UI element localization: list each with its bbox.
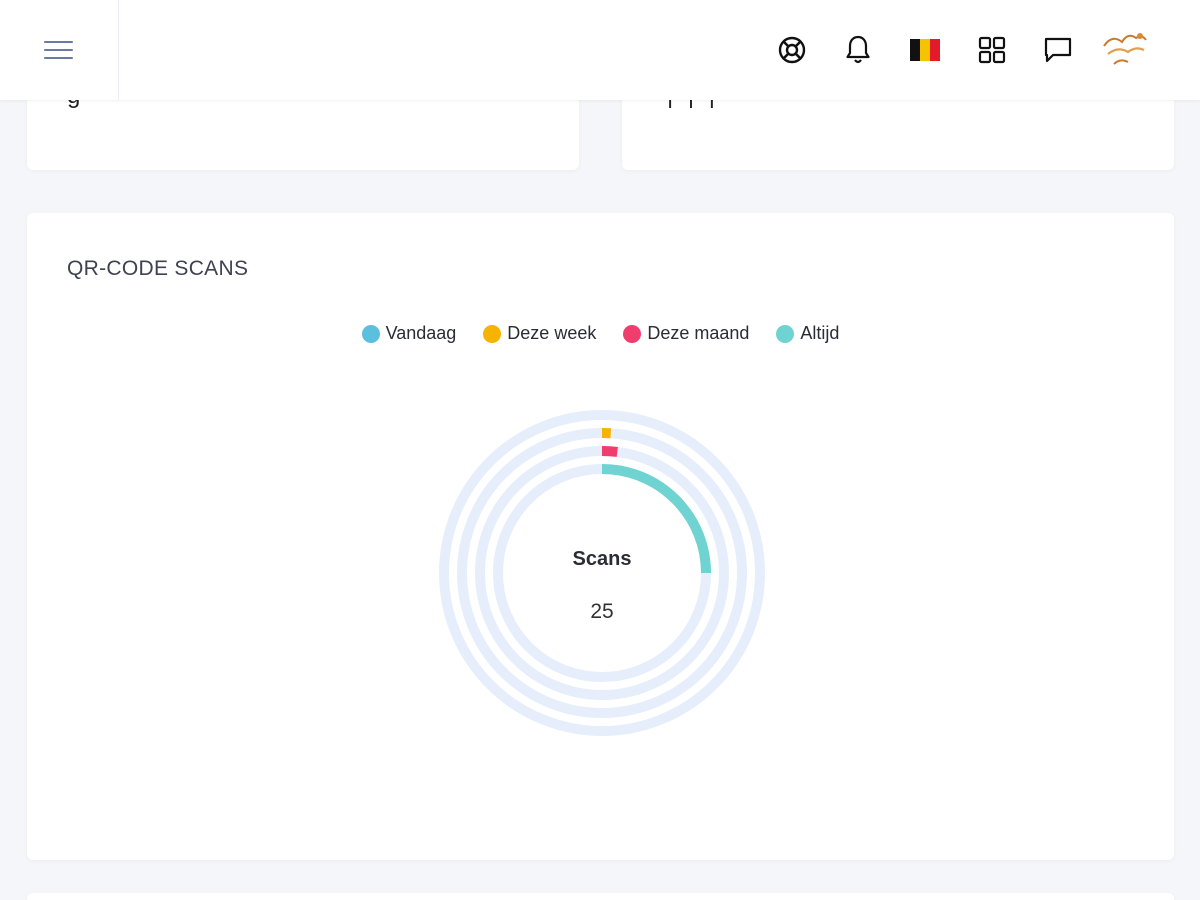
chat-icon-svg [1044, 37, 1072, 63]
radial-track-vandaag [439, 410, 765, 736]
chart-legend: Vandaag Deze week Deze maand Altijd [27, 323, 1174, 344]
chart-center-value: 25 [590, 600, 614, 623]
hamburger-menu-icon[interactable] [44, 38, 74, 62]
legend-item-deze-week[interactable]: Deze week [483, 323, 596, 344]
legend-item-deze-maand[interactable]: Deze maand [623, 323, 749, 344]
chart-center-label: Scans [572, 548, 632, 570]
lifebuoy-icon[interactable] [772, 30, 812, 70]
legend-label-deze-week: Deze week [507, 323, 597, 343]
legend-label-altijd: Altijd [800, 323, 840, 343]
lifebuoy-icon-svg [778, 36, 806, 64]
next-card [27, 893, 1174, 900]
legend-item-vandaag[interactable]: Vandaag [361, 323, 457, 344]
chat-icon[interactable] [1038, 30, 1078, 70]
top-navbar [0, 0, 1200, 100]
belgium-flag-icon[interactable] [905, 30, 945, 70]
apps-grid-svg [978, 36, 1006, 64]
avatar-logo-svg [1103, 33, 1147, 65]
legend-label-vandaag: Vandaag [385, 323, 457, 343]
legend-dot-vandaag [361, 324, 380, 343]
radial-track-deze-maand [475, 446, 729, 700]
bell-icon-svg [846, 35, 870, 64]
legend-dot-altijd [776, 324, 795, 343]
legend-label-deze-maand: Deze maand [647, 323, 750, 343]
radial-bar-chart: Scans 25 [427, 398, 777, 748]
legend-dot-deze-maand [623, 324, 642, 343]
belgium-flag-svg [910, 39, 940, 61]
radial-track-deze-week [457, 428, 747, 718]
menu-zone [0, 0, 119, 100]
qr-scans-title: QR-CODE SCANS [67, 257, 249, 280]
legend-item-altijd[interactable]: Altijd [776, 323, 839, 344]
user-avatar[interactable] [1098, 24, 1150, 76]
radial-bar-svg [439, 410, 765, 736]
radial-bar-deze-maand[interactable] [601, 445, 618, 457]
qr-scans-card: QR-CODE SCANS Vandaag Deze week Deze maa… [27, 213, 1174, 860]
bell-icon[interactable] [838, 30, 878, 70]
legend-dot-deze-week [483, 324, 502, 343]
apps-grid-icon[interactable] [972, 30, 1012, 70]
